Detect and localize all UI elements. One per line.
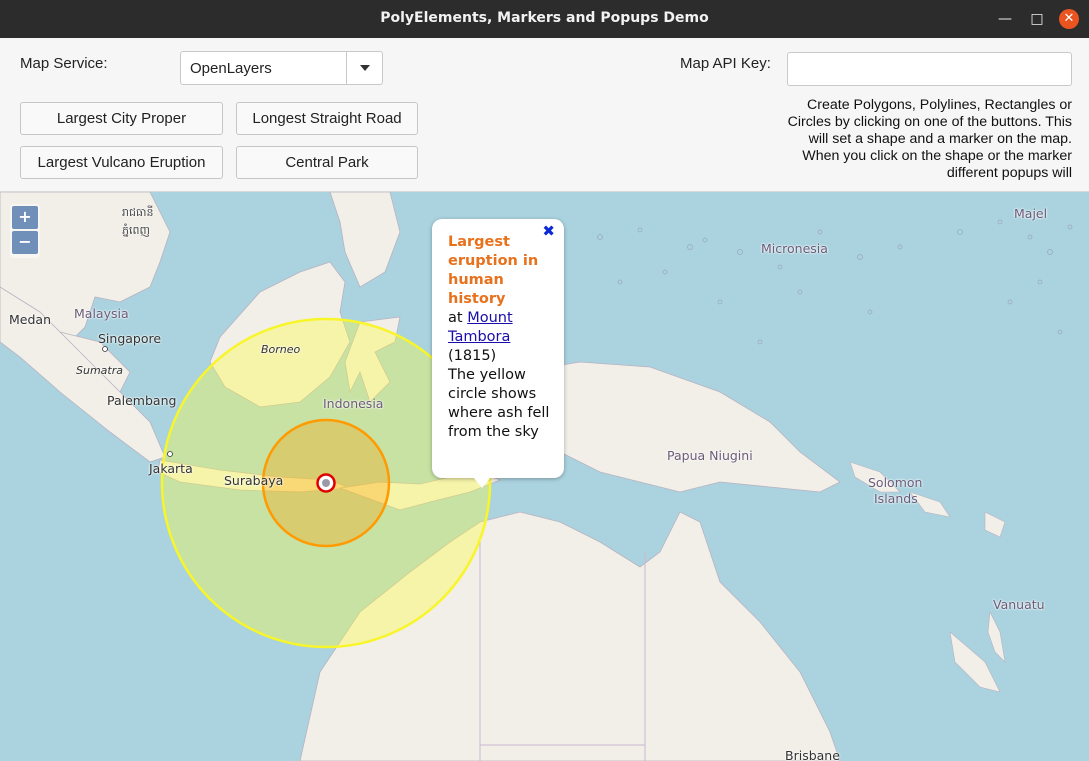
popup-body: The yellow circle shows where ash fell f… [448, 367, 550, 440]
map-label-solomon2: Islands [874, 491, 918, 506]
zoom-control: + − [10, 204, 40, 258]
control-panel: Map Service: OpenLayers Map API Key: Lar… [0, 38, 1089, 192]
map-label-papua: Papua Niugini [667, 448, 753, 463]
map-service-value: OpenLayers [190, 60, 272, 77]
map-label-indonesia: Indonesia [323, 396, 384, 411]
map-label-brisbane: Brisbane [785, 748, 840, 761]
map-label-borneo: Borneo [261, 343, 301, 356]
maximize-icon[interactable]: □ [1027, 9, 1047, 29]
map-label-khmer2: ភ្នំពេញ [122, 224, 150, 237]
api-key-input[interactable] [787, 52, 1072, 86]
zoom-in-button[interactable]: + [12, 206, 38, 229]
popup-title: Largest eruption in human history [448, 234, 539, 307]
minimize-icon[interactable]: — [995, 9, 1015, 29]
map-label-palembang: Palembang [107, 393, 177, 408]
popup-at-text: at [448, 310, 468, 326]
largest-vulcano-button[interactable]: Largest Vulcano Eruption [20, 146, 223, 179]
central-park-button[interactable]: Central Park [236, 146, 418, 179]
map-label-singapore: Singapore [98, 331, 162, 346]
close-icon[interactable]: ✕ [1059, 9, 1079, 29]
popup-close-icon[interactable]: ✖ [542, 222, 555, 241]
map-label-malaysia: Malaysia [74, 306, 129, 321]
help-text: Create Polygons, Polylines, Rectangles o… [787, 97, 1072, 181]
map-label-medan: Medan [9, 312, 51, 327]
eruption-popup: ✖ Largest eruption in human history at M… [432, 219, 564, 488]
map-service-label: Map Service: [20, 55, 108, 72]
window-title: PolyElements, Markers and Popups Demo [380, 10, 709, 26]
zoom-out-button[interactable]: − [12, 231, 38, 254]
map-label-micronesia: Micronesia [761, 241, 828, 256]
popup-year: (1815) [448, 348, 497, 364]
longest-road-button[interactable]: Longest Straight Road [236, 102, 418, 135]
map-service-select[interactable]: OpenLayers [180, 51, 383, 85]
map-label-sumatra: Sumatra [76, 364, 123, 377]
map-label-solomon1: Solomon [868, 475, 923, 490]
chevron-down-icon[interactable] [346, 52, 382, 84]
window-titlebar: PolyElements, Markers and Popups Demo — … [0, 0, 1089, 38]
map-label-jakarta: Jakarta [149, 461, 193, 476]
largest-city-button[interactable]: Largest City Proper [20, 102, 223, 135]
map-label-surabaya: Surabaya [224, 473, 284, 488]
map-label-majel: Majel [1014, 206, 1048, 221]
map-view[interactable]: + − Majel រាជធានី ភ្នំពេញ Micronesia Med… [0, 192, 1089, 761]
map-label-khmer1: រាជធានី [122, 206, 154, 219]
map-label-vanuatu: Vanuatu [993, 597, 1045, 612]
api-key-label: Map API Key: [680, 55, 771, 72]
